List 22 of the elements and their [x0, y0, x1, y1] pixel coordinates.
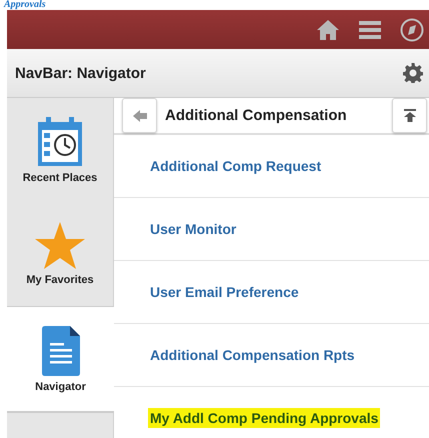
sidebar-tab[interactable]: Navigator: [7, 306, 114, 413]
menu-icon[interactable]: [359, 20, 381, 40]
folder-title: Additional Compensation: [165, 107, 348, 124]
star-icon: [35, 222, 85, 269]
navigator-link[interactable]: My Addl Comp Pending Approvals: [148, 408, 380, 428]
settings-icon[interactable]: [403, 63, 423, 83]
upload-arrow-icon: [404, 109, 416, 122]
home-icon[interactable]: [316, 18, 340, 40]
back-button[interactable]: [122, 98, 157, 133]
sidebar-tab[interactable]: My Favorites: [7, 202, 113, 306]
navigator-link[interactable]: Additional Comp Request: [150, 158, 322, 174]
compass-icon[interactable]: [400, 18, 424, 42]
calendar-clock-icon: [36, 116, 84, 166]
navigator-link[interactable]: User Email Preference: [150, 284, 299, 300]
navbar-title: NavBar: Navigator: [15, 64, 146, 82]
sidebar-tab[interactable]: Recent Places: [7, 98, 113, 202]
document-icon: [42, 326, 80, 376]
scroll-top-button[interactable]: [392, 98, 427, 133]
page-heading: Approvals: [2, 0, 47, 10]
navigator-link[interactable]: Additional Compensation Rpts: [150, 347, 355, 363]
navigator-link[interactable]: User Monitor: [150, 221, 236, 237]
back-arrow-icon: [132, 110, 146, 122]
